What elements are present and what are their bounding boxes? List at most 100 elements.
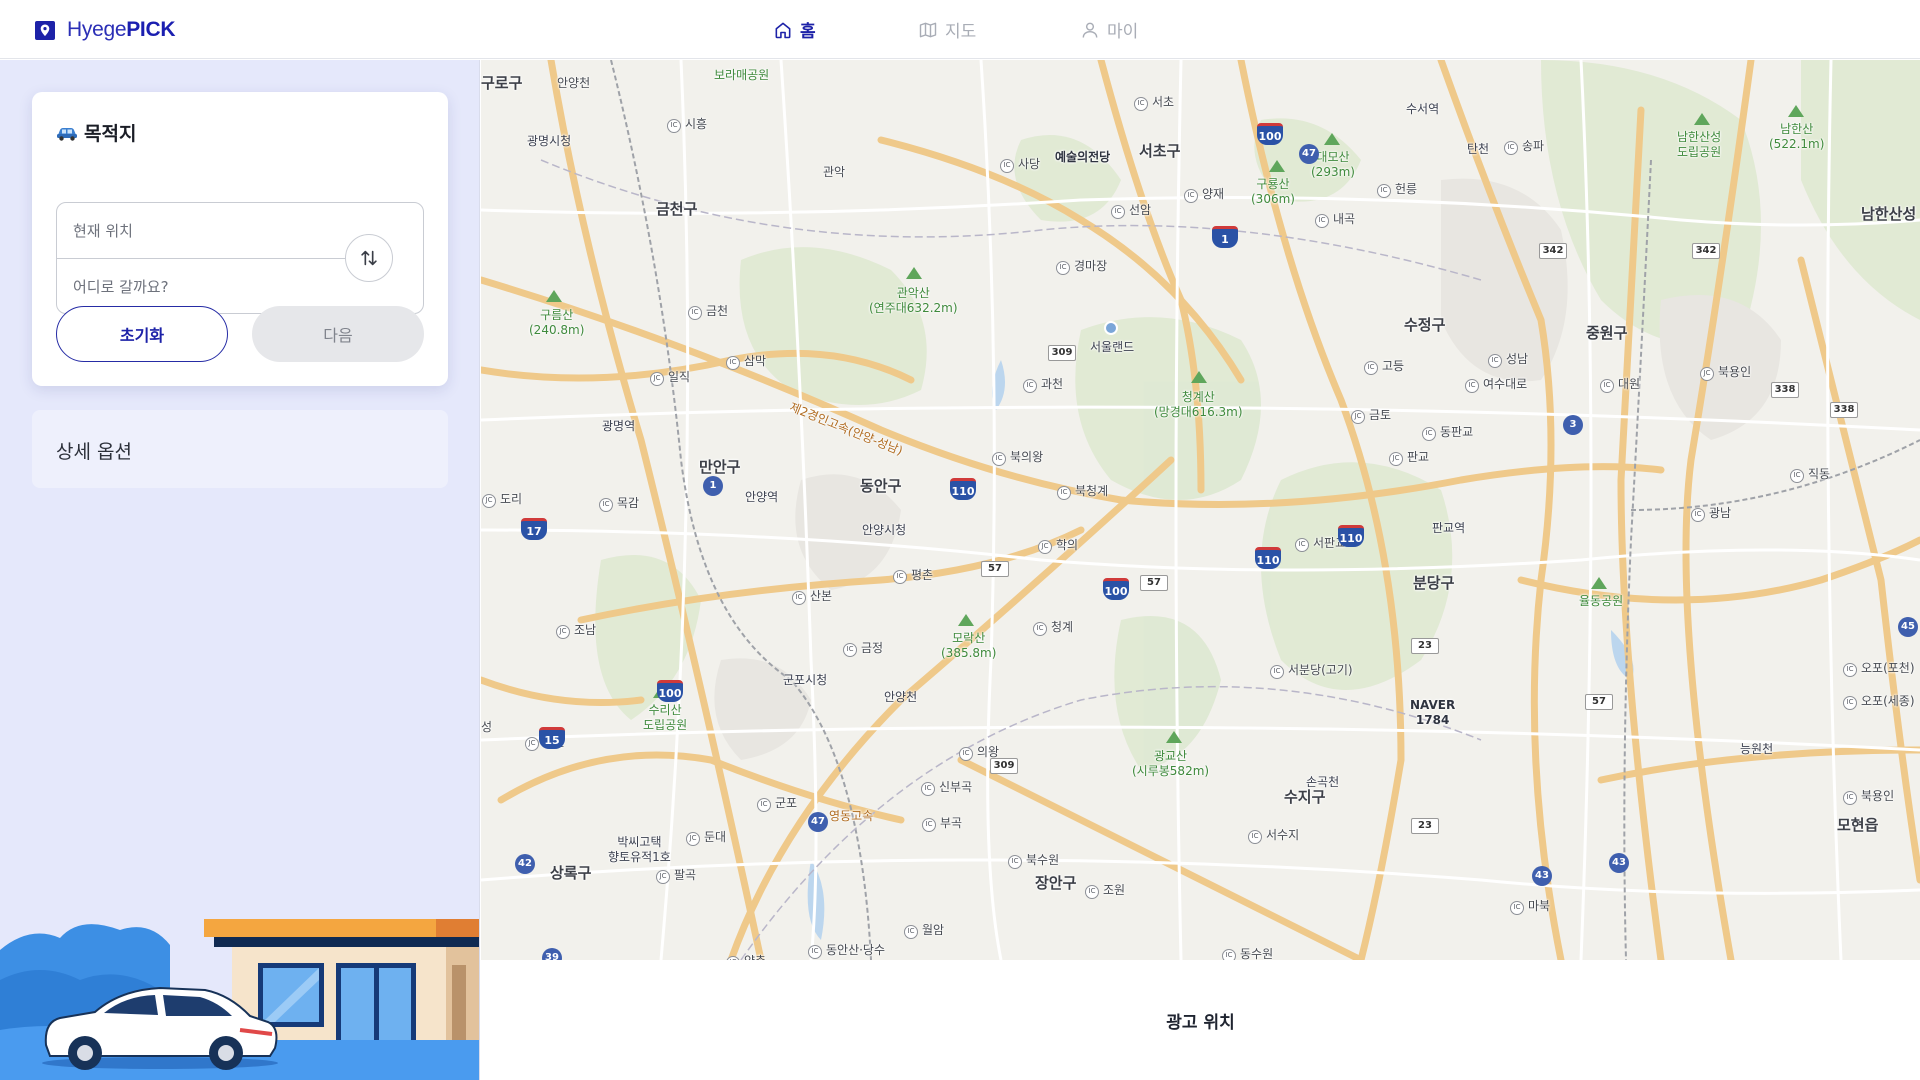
map-label-poi: 박씨고택 향토유적1호 [608,835,671,864]
nav-home[interactable]: 홈 [773,0,816,59]
map-label-interchange: 북용인 [1700,363,1751,381]
origin-input[interactable] [57,203,347,258]
mountain-icon [958,614,974,626]
poi-pin-icon [1104,321,1118,335]
map-label-district: 금천구 [656,200,698,218]
map-label-interchange: 경마장 [1056,257,1107,275]
map-label-district: 만안구 [699,458,741,476]
next-button[interactable]: 다음 [252,306,424,362]
map-label-interchange: 헌릉 [1377,180,1417,198]
detail-options-card[interactable]: 상세 옵션 [32,410,448,488]
map-label-interchange: 송파 [1504,137,1544,155]
map-label-interchange: 양재 [1184,185,1224,203]
national-road-shield: 338 [1830,402,1858,418]
national-road-shield: 57 [1585,694,1613,710]
map-label-interchange: 과천 [1023,375,1063,393]
route-shield: 3 [1563,415,1583,435]
map-label-interchange: 북청계 [1057,482,1108,500]
map-label-interchange: 청계 [1033,618,1073,636]
map-label-poi: 서울랜드 [1090,340,1135,354]
swap-vertical-icon [361,250,377,266]
national-road-shield: 23 [1411,638,1439,654]
map-label: 안양천 [557,76,591,90]
map-label-district: 수정구 [1404,316,1446,334]
map-label-interchange: 월암 [904,921,944,939]
map-label-station: 안양천 [884,690,918,704]
mountain-icon [1788,105,1804,117]
nav-map[interactable]: 지도 [918,0,976,59]
expressway-shield: 110 [1255,547,1281,569]
expressway-shield: 100 [657,680,683,702]
national-road-shield: 23 [1411,818,1439,834]
route-shield: 43 [1532,866,1552,886]
map-label-interchange: 금토 [1351,406,1391,424]
map-label-road: 영동고속 [829,809,874,823]
map-label-interchange: 신부곡 [921,778,972,796]
map-label-mountain: 남한산성 도립공원 [1677,130,1722,159]
national-road-shield: 309 [990,758,1018,774]
national-road-shield: 338 [1771,382,1799,398]
car-icon [57,127,77,141]
map-label-station: 수서역 [1406,102,1440,116]
route-shield: 43 [1609,853,1629,873]
map-label-mountain: 관악산 (연주대632.2m) [869,286,958,315]
map-label-mountain: 남한산 (522.1m) [1769,122,1825,151]
map-label-district: 서초구 [1139,142,1181,160]
map-label-interchange: 동판교 [1422,423,1473,441]
national-road-shield: 342 [1539,243,1567,259]
expressway-shield: 1 [1212,226,1238,248]
mountain-icon [906,267,922,279]
mountain-icon [1166,731,1182,743]
map-label-interchange: 오포(세종) [1843,692,1915,710]
brand-logo[interactable]: HyegePICK [33,16,176,44]
expressway-shield: 110 [1338,525,1364,547]
ad-label: 광고 위치 [1166,1012,1235,1033]
national-road-shield: 57 [981,561,1009,577]
map-label-district: 남한산성 [1861,205,1917,223]
map-label-poi: 안양시청 [862,523,907,537]
map-label-interchange: 여수대로 [1465,375,1527,393]
map-label-interchange: 마북 [1510,897,1550,915]
map-label-station: 광명역 [602,419,636,433]
map-label-mountain: 구룡산 (306m) [1251,177,1295,206]
map-label-interchange: 고등 [1364,357,1404,375]
map-label-interchange: 성남 [1488,350,1528,368]
map-label-interchange: 부곡 [922,814,962,832]
mountain-icon [1269,160,1285,172]
detail-options-label: 상세 옵션 [56,441,132,463]
expressway-shield: 100 [1103,578,1129,600]
top-header: HyegePICK 홈 지도 마이 [0,0,1920,59]
mountain-icon [1694,113,1710,125]
map-label-poi: 군포시청 [783,673,828,687]
brand-name: HyegePICK [67,18,176,41]
map-label-district: 중원구 [1586,324,1628,342]
map-view[interactable]: 구로구 서초구 관악 수정구 중원구 만안구 동안구 분당구 수지구 상록구 장… [481,60,1920,960]
destination-title-text: 목적지 [84,123,137,145]
home-icon [775,22,791,38]
map-label-poi: NAVER 1784 [1410,698,1456,727]
mountain-icon [546,290,562,302]
map-label-interchange: 금천 [688,302,728,320]
ad-banner[interactable]: 광고 위치 [481,960,1920,1080]
map-label-district: 상록구 [550,864,592,882]
car-gas-station-illustration [0,919,479,1080]
mountain-icon [1591,577,1607,589]
map-label-interchange: 동수원 [1222,945,1273,960]
map-label-mountain: 청계산 (망경대616.3m) [1154,390,1243,419]
swap-route-button[interactable] [345,234,393,282]
map-label-interchange: 선암 [1111,201,1151,219]
nav-my[interactable]: 마이 [1080,0,1138,59]
reset-button[interactable]: 초기화 [56,306,228,362]
map-label-interchange: 산본 [792,587,832,605]
map-label: 성 [481,720,493,734]
nav-home-label: 홈 [800,22,816,42]
map-label-interchange: 직동 [1790,465,1830,483]
map-label-district: 동안구 [860,477,902,495]
map-label-mountain: 율동공원 [1579,594,1624,608]
map-label-interchange: 내곡 [1315,210,1355,228]
map-label-district: 장안구 [1035,874,1077,892]
map-label-interchange: 학의 [1038,536,1078,554]
map-label-interchange: 군포 [757,794,797,812]
map-label-interchange: 서수지 [1248,826,1299,844]
map-label-poi: 예술의전당 [1055,150,1111,164]
